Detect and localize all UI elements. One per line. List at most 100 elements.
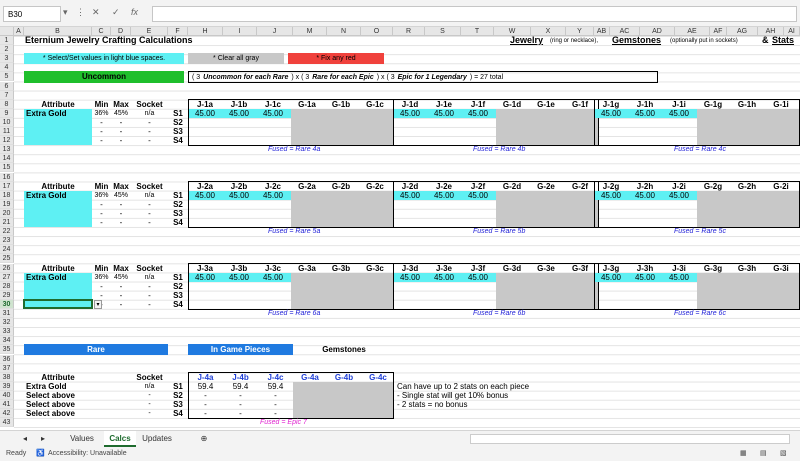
piece-value[interactable]: 45.00 bbox=[461, 109, 495, 118]
row-header[interactable]: 12 bbox=[0, 136, 14, 146]
row-header[interactable]: 39 bbox=[0, 381, 14, 391]
piece-value[interactable]: 45.00 bbox=[628, 273, 662, 282]
attribute-value[interactable]: Extra Gold bbox=[26, 109, 66, 118]
gemstone-gray-area[interactable] bbox=[496, 190, 598, 228]
rare-piece-value[interactable]: 59.4 bbox=[258, 382, 293, 391]
add-sheet-icon[interactable]: ⊕ bbox=[196, 431, 212, 447]
row-header[interactable]: 29 bbox=[0, 290, 14, 300]
gemstone-gray-area[interactable] bbox=[291, 272, 393, 309]
cell-dropdown-icon[interactable]: ▾ bbox=[94, 299, 102, 309]
piece-value[interactable]: 45.00 bbox=[461, 191, 495, 200]
sheet-tab-updates[interactable]: Updates bbox=[138, 431, 176, 447]
piece-value[interactable]: 45.00 bbox=[222, 273, 256, 282]
row-header[interactable]: 8 bbox=[0, 99, 14, 109]
gemstone-gray-area[interactable] bbox=[496, 108, 598, 146]
attribute-value[interactable]: Extra Gold bbox=[26, 191, 66, 200]
gemstone-gray-area[interactable] bbox=[697, 190, 799, 228]
column-header[interactable]: AG bbox=[727, 27, 758, 36]
row-header[interactable]: 35 bbox=[0, 345, 14, 355]
more-icon[interactable]: ⋮ bbox=[76, 7, 85, 18]
enter-icon[interactable]: ✓ bbox=[112, 7, 120, 18]
sheet-tab-values[interactable]: Values bbox=[62, 431, 102, 447]
row-header[interactable]: 28 bbox=[0, 281, 14, 291]
row-header[interactable]: 21 bbox=[0, 218, 14, 228]
piece-value[interactable]: 45.00 bbox=[393, 191, 427, 200]
page-layout-icon[interactable]: ▤ bbox=[760, 447, 767, 461]
row-header[interactable]: 32 bbox=[0, 318, 14, 328]
column-header[interactable]: AE bbox=[675, 27, 710, 36]
piece-value[interactable]: 45.00 bbox=[628, 191, 662, 200]
piece-value[interactable]: 45.00 bbox=[188, 109, 222, 118]
row-header[interactable]: 7 bbox=[0, 90, 14, 100]
row-header[interactable]: 11 bbox=[0, 127, 14, 137]
row-header[interactable]: 23 bbox=[0, 236, 14, 246]
row-header[interactable]: 20 bbox=[0, 208, 14, 218]
column-header[interactable]: O bbox=[361, 27, 393, 36]
gemstone-gray-area[interactable] bbox=[697, 272, 799, 309]
formula-input[interactable] bbox=[152, 6, 797, 22]
piece-value[interactable]: 45.00 bbox=[393, 273, 427, 282]
column-header[interactable]: S bbox=[425, 27, 461, 36]
piece-value[interactable]: 45.00 bbox=[662, 191, 696, 200]
rare-piece-value[interactable]: - bbox=[258, 400, 293, 409]
row-header[interactable]: 33 bbox=[0, 327, 14, 337]
row-header[interactable]: 26 bbox=[0, 263, 14, 273]
row-header[interactable]: 14 bbox=[0, 154, 14, 164]
row-header[interactable]: 42 bbox=[0, 409, 14, 419]
row-header[interactable]: 9 bbox=[0, 108, 14, 118]
row-header[interactable]: 1 bbox=[0, 36, 14, 46]
selected-cell-b30[interactable] bbox=[23, 298, 93, 309]
piece-value[interactable]: 45.00 bbox=[628, 109, 662, 118]
rare-piece-value[interactable]: - bbox=[258, 391, 293, 400]
piece-value[interactable]: 45.00 bbox=[662, 109, 696, 118]
row-header[interactable]: 6 bbox=[0, 81, 14, 91]
piece-value[interactable]: 45.00 bbox=[427, 273, 461, 282]
row-header[interactable]: 18 bbox=[0, 190, 14, 200]
sheet-tab-calcs[interactable]: Calcs bbox=[104, 431, 136, 447]
rare-piece-value[interactable]: - bbox=[188, 409, 223, 418]
rare-piece-value[interactable]: - bbox=[223, 391, 258, 400]
piece-value[interactable]: 45.00 bbox=[256, 273, 290, 282]
name-box-dropdown-icon[interactable]: ▾ bbox=[63, 7, 68, 18]
piece-value[interactable]: 45.00 bbox=[222, 191, 256, 200]
attribute-value[interactable]: Extra Gold bbox=[26, 273, 66, 282]
row-header[interactable]: 37 bbox=[0, 363, 14, 373]
row-header[interactable]: 24 bbox=[0, 245, 14, 255]
row-header[interactable]: 5 bbox=[0, 72, 14, 82]
piece-value[interactable]: 45.00 bbox=[256, 109, 290, 118]
piece-value[interactable]: 45.00 bbox=[427, 109, 461, 118]
rare-piece-value[interactable]: - bbox=[223, 409, 258, 418]
piece-value[interactable]: 45.00 bbox=[662, 273, 696, 282]
row-header[interactable]: 41 bbox=[0, 400, 14, 410]
row-header[interactable]: 38 bbox=[0, 372, 14, 382]
piece-value[interactable]: 45.00 bbox=[427, 191, 461, 200]
gemstone-gray-area[interactable] bbox=[496, 272, 598, 309]
row-header[interactable]: 4 bbox=[0, 63, 14, 73]
horizontal-scrollbar[interactable] bbox=[470, 434, 790, 444]
piece-value[interactable]: 45.00 bbox=[594, 191, 628, 200]
row-header[interactable]: 22 bbox=[0, 227, 14, 237]
column-header[interactable]: I bbox=[223, 27, 257, 36]
rare-piece-value[interactable]: - bbox=[188, 391, 223, 400]
column-header[interactable]: Y bbox=[566, 27, 594, 36]
row-header[interactable]: 27 bbox=[0, 272, 14, 282]
row-header[interactable]: 40 bbox=[0, 390, 14, 400]
gemstone-gray-area[interactable] bbox=[291, 108, 393, 146]
piece-value[interactable]: 45.00 bbox=[256, 191, 290, 200]
spreadsheet-grid[interactable]: A B C D E F H I J M N O R S T W X Y AB AC AD AE AF AG AH AI 12345… bbox=[0, 27, 800, 430]
row-header[interactable]: 31 bbox=[0, 309, 14, 319]
row-header[interactable]: 15 bbox=[0, 163, 14, 173]
piece-value[interactable]: 45.00 bbox=[188, 273, 222, 282]
normal-view-icon[interactable]: ▦ bbox=[740, 447, 747, 461]
column-header[interactable]: R bbox=[393, 27, 425, 36]
row-header[interactable]: 25 bbox=[0, 254, 14, 264]
row-header[interactable]: 3 bbox=[0, 54, 14, 64]
column-header[interactable]: N bbox=[327, 27, 361, 36]
column-header[interactable]: M bbox=[293, 27, 327, 36]
piece-value[interactable]: 45.00 bbox=[461, 273, 495, 282]
select-all-corner[interactable] bbox=[0, 27, 14, 36]
piece-value[interactable]: 45.00 bbox=[594, 273, 628, 282]
column-header[interactable]: AB bbox=[594, 27, 610, 36]
cancel-icon[interactable]: ✕ bbox=[92, 7, 100, 18]
gemstone-gray-area[interactable] bbox=[291, 190, 393, 228]
